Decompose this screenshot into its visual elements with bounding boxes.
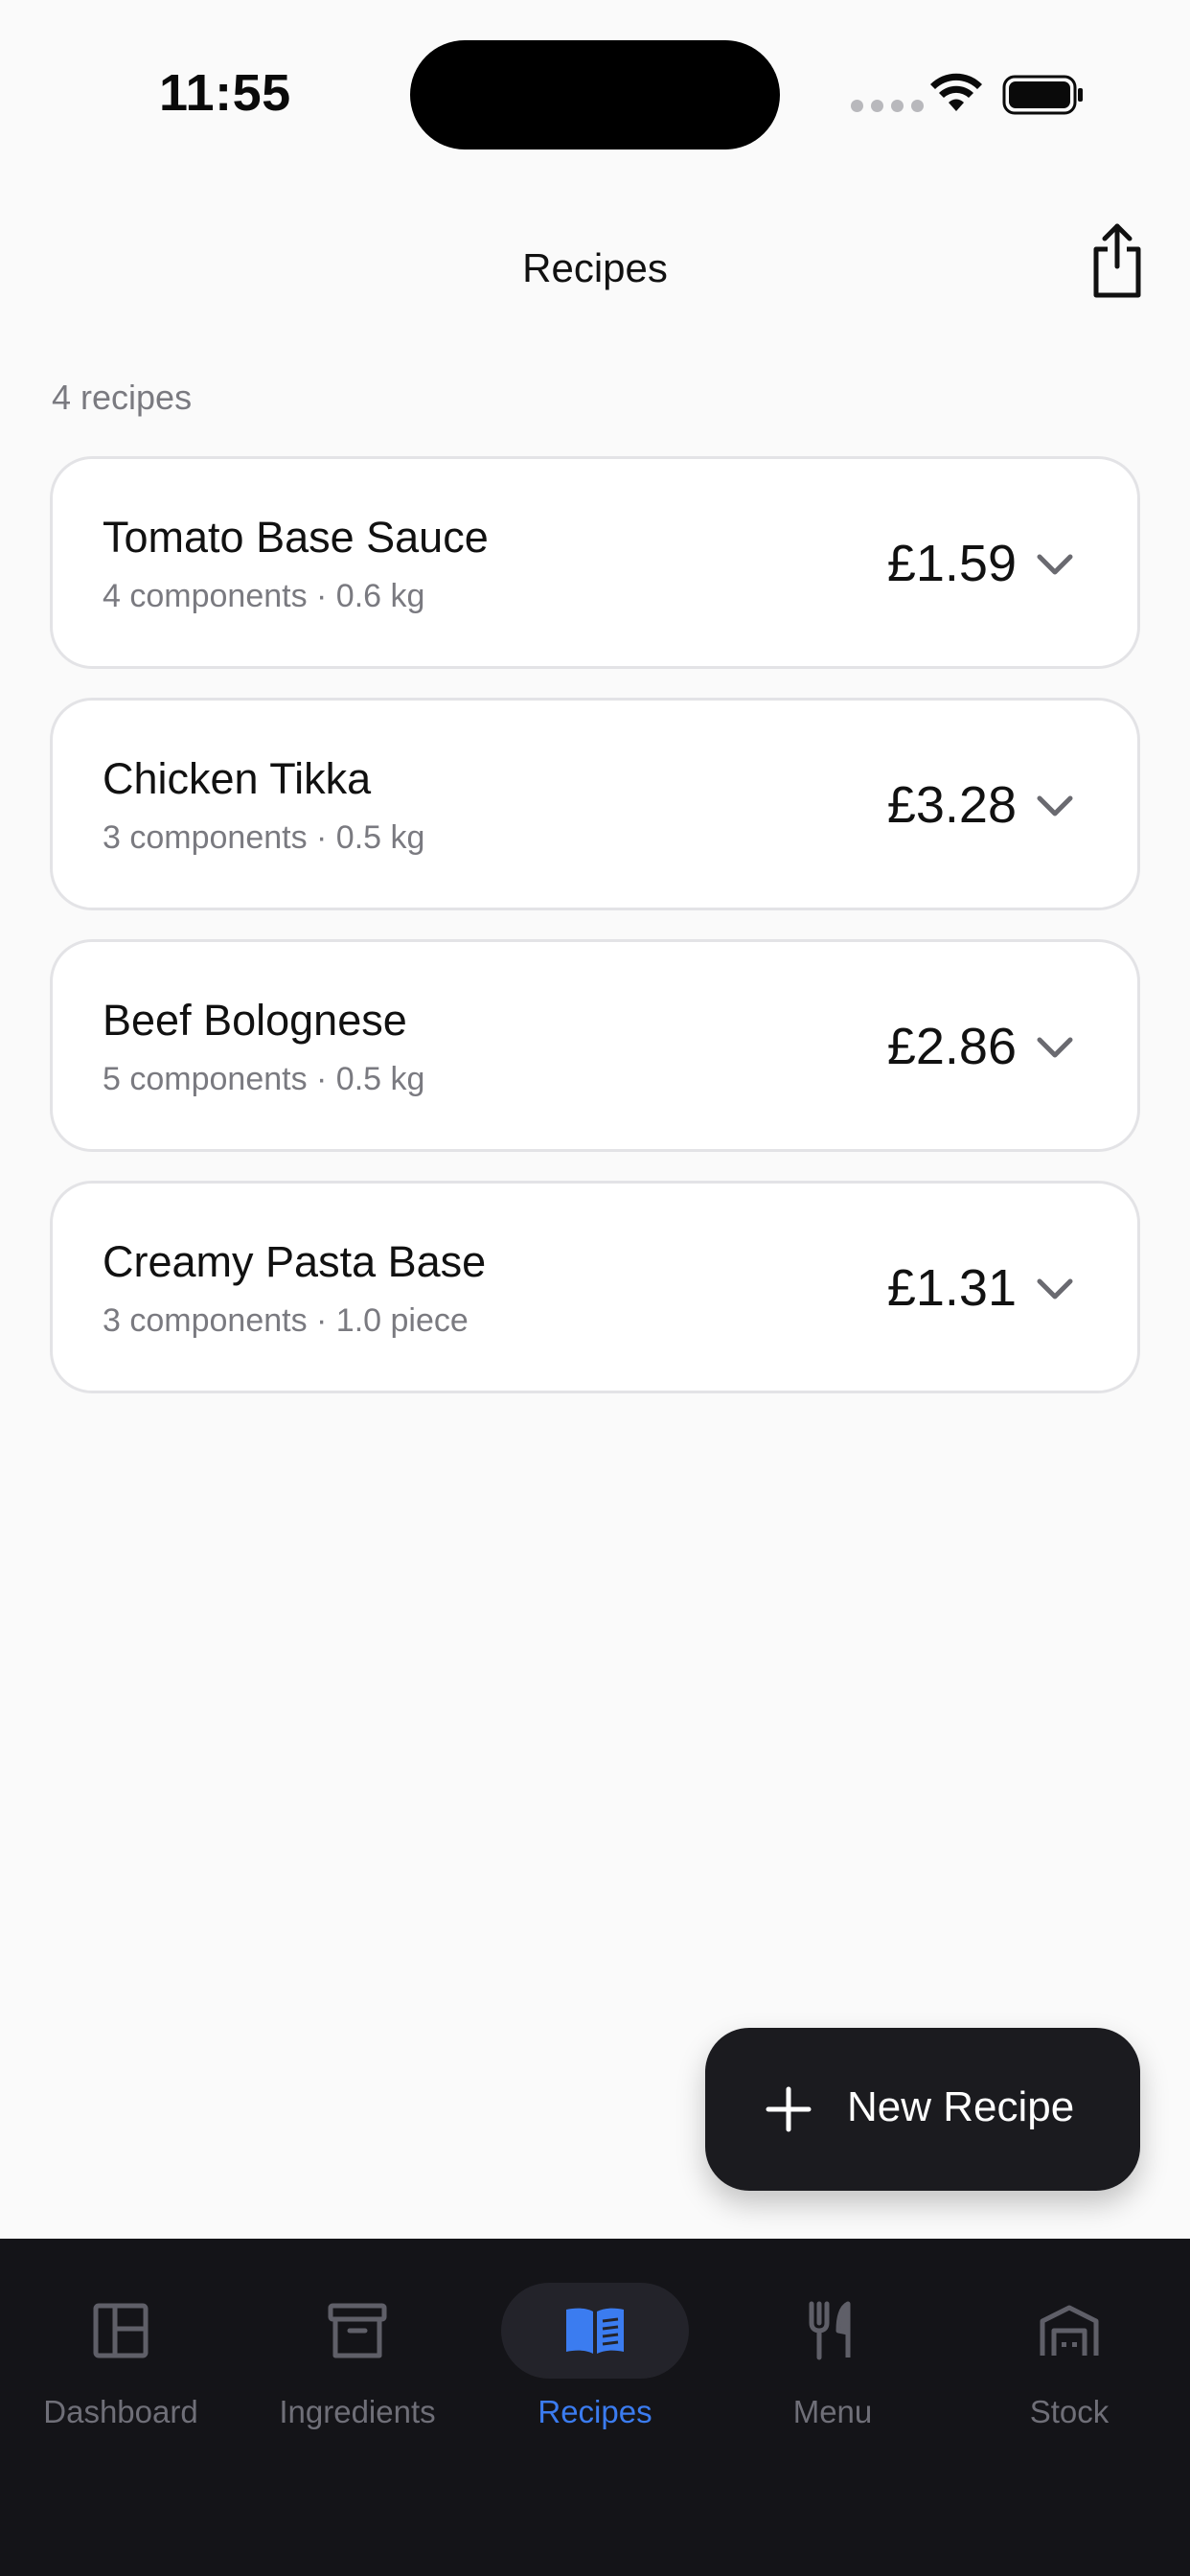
new-recipe-button[interactable]: New Recipe [705,2028,1140,2191]
recipe-name: Tomato Base Sauce [103,513,489,562]
recipe-card[interactable]: Tomato Base Sauce 4 components · 0.6 kg … [50,456,1140,669]
share-icon [1093,223,1141,298]
tab-bar: Dashboard Ingredients Recipes Menu Stock [0,2239,1190,2576]
dynamic-island [410,40,780,150]
recipe-name: Creamy Pasta Base [103,1237,487,1286]
chevron-down-icon[interactable] [1036,1034,1074,1061]
new-recipe-label: New Recipe [847,2083,1075,2130]
chevron-down-icon[interactable] [1036,1276,1074,1302]
tab-recipes[interactable]: Recipes [490,2283,700,2446]
dashboard-icon [93,2303,149,2358]
recipe-count: 4 recipes [52,378,193,417]
recipe-meta: 5 components · 0.5 kg [103,1061,425,1097]
status-bar: 11:55 [0,0,1190,182]
recipe-meta: 3 components · 0.5 kg [103,819,425,856]
recipe-card[interactable]: Beef Bolognese 5 components · 0.5 kg £2.… [50,939,1140,1152]
wifi-icon [930,73,982,111]
open-book-icon [566,2308,624,2354]
recipe-card[interactable]: Creamy Pasta Base 3 components · 1.0 pie… [50,1181,1140,1393]
tab-label: Recipes [538,2394,652,2429]
tab-menu[interactable]: Menu [727,2283,938,2446]
archive-box-icon [328,2303,387,2358]
recipe-name: Beef Bolognese [103,996,407,1045]
recipe-meta: 3 components · 1.0 piece [103,1302,469,1339]
tab-label: Ingredients [279,2394,436,2429]
fork-knife-icon [809,2301,851,2360]
tab-stock[interactable]: Stock [964,2283,1175,2446]
recipe-price: £3.28 [886,776,1017,834]
battery-icon [1002,75,1083,115]
cellular-signal-icon [851,100,924,112]
warehouse-icon [1040,2305,1099,2356]
share-button[interactable] [1088,220,1146,301]
recipe-card[interactable]: Chicken Tikka 3 components · 0.5 kg £3.2… [50,698,1140,910]
nav-header: Recipes [0,220,1190,316]
tab-ingredients[interactable]: Ingredients [252,2283,463,2446]
recipe-list: Tomato Base Sauce 4 components · 0.6 kg … [50,456,1140,1422]
page-title: Recipes [522,245,668,290]
recipe-meta: 4 components · 0.6 kg [103,578,425,614]
recipe-price: £1.59 [886,535,1017,592]
tab-label: Menu [792,2394,873,2429]
status-time: 11:55 [159,64,291,122]
tab-label: Dashboard [43,2394,198,2429]
chevron-down-icon[interactable] [1036,551,1074,578]
recipe-price: £2.86 [886,1018,1017,1075]
recipe-name: Chicken Tikka [103,754,372,803]
tab-label: Stock [1029,2394,1110,2429]
plus-icon [766,2086,812,2132]
recipe-price: £1.31 [886,1259,1017,1317]
tab-dashboard[interactable]: Dashboard [15,2283,226,2446]
chevron-down-icon[interactable] [1036,793,1074,819]
recipes-screen: 11:55 Recipes 4 recipes Tomato Base Sauc… [0,0,1190,2576]
